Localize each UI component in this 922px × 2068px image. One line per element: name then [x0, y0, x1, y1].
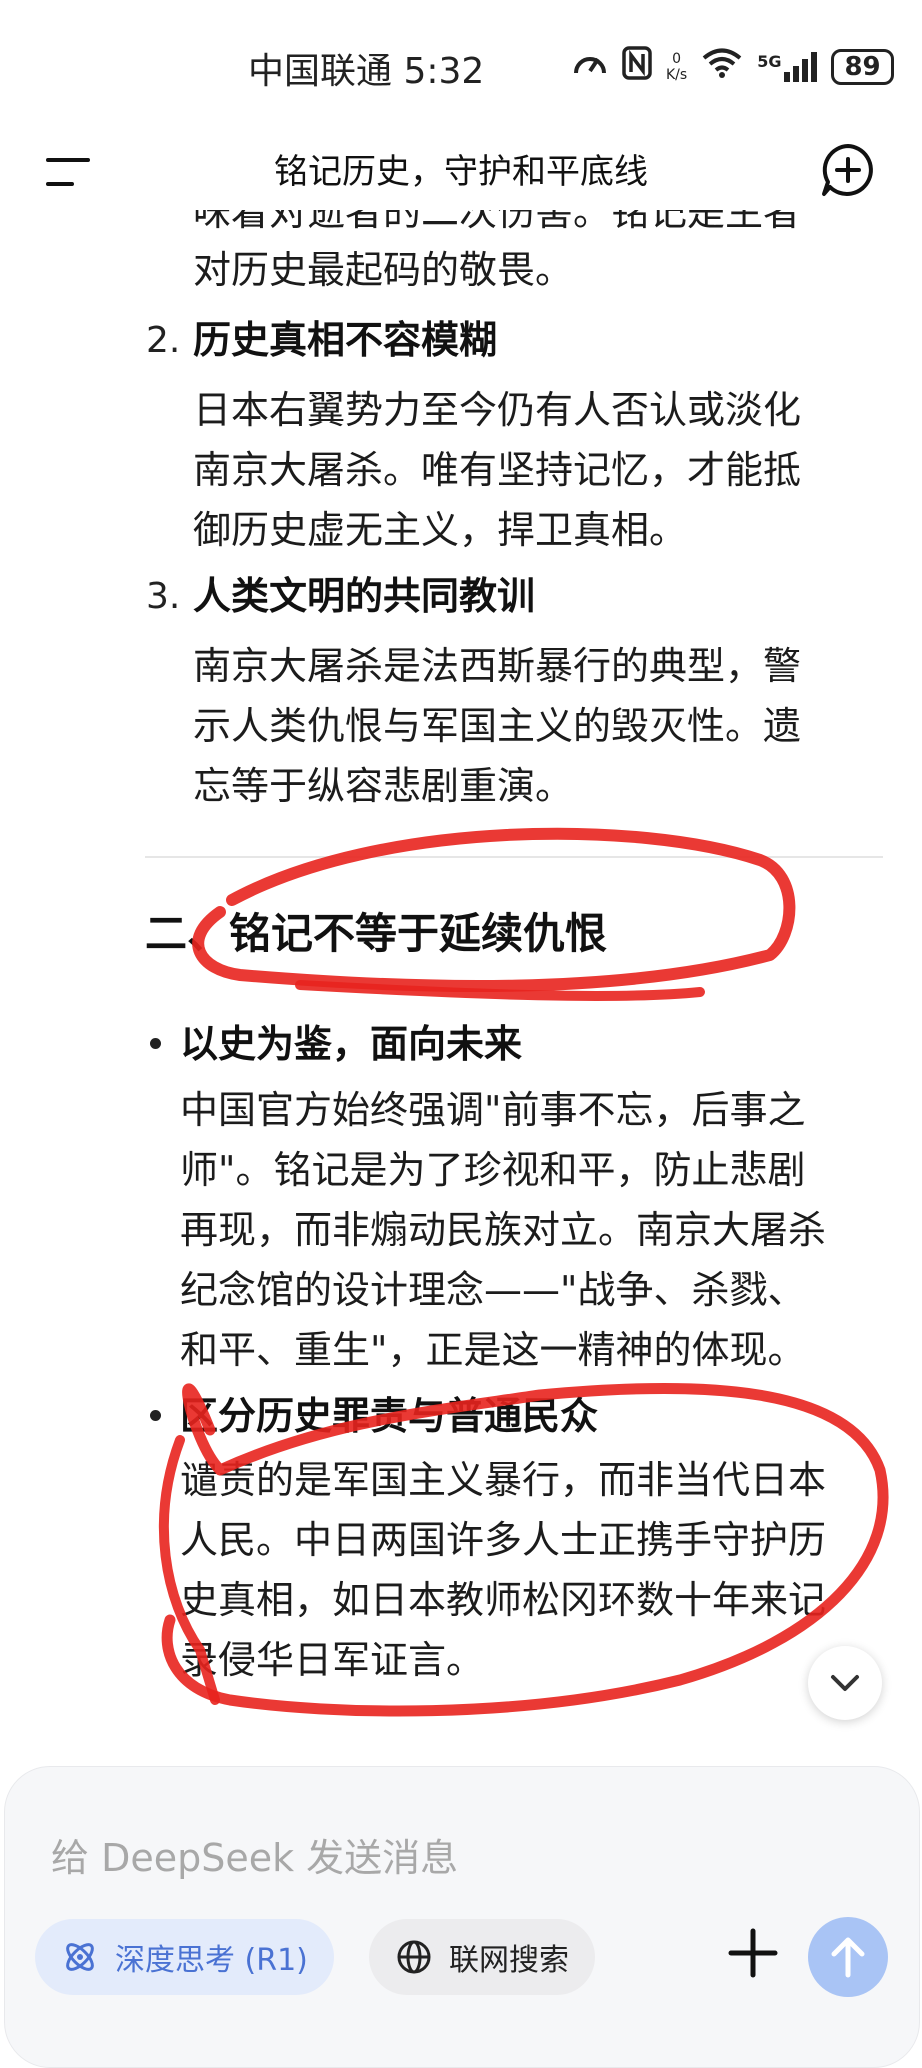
globe-icon [397, 1940, 431, 1974]
status-icons: 0 K/s 5G 89 [572, 46, 894, 88]
net-speed-unit: K/s [666, 67, 688, 83]
net-speed-value: 0 [672, 51, 682, 67]
deep-think-toggle[interactable]: 深度思考 (R1) [35, 1919, 334, 1995]
status-bar: 中国联通 5:32 0 K/s 5G 89 [0, 0, 922, 130]
scroll-down-button[interactable] [808, 1646, 882, 1720]
bullet-line: 师"。铭记是为了珍视和平，防止悲剧 [180, 1148, 806, 1192]
bullet-line: 史真相，如日本教师松冈环数十年来记 [180, 1578, 827, 1622]
web-search-label: 联网搜索 [449, 1943, 569, 1978]
speedometer-icon [572, 47, 608, 87]
wifi-icon [701, 47, 743, 87]
list-item-line: 日本右翼势力至今仍有人否认或淡化 [193, 388, 802, 432]
bullet-line: 中国官方始终强调"前事不忘，后事之 [180, 1088, 806, 1132]
section-divider [145, 856, 883, 858]
chat-content[interactable]: 味着对逝者的二次伤害。铭记是生者 对历史最起码的敬畏。 2. 历史真相不容模糊 … [0, 200, 922, 1760]
bullet-icon [150, 1410, 161, 1421]
deep-think-label: 深度思考 (R1) [115, 1943, 308, 1978]
bullet-line: 和平、重生"，正是这一精神的体现。 [180, 1328, 806, 1372]
list-item-line: 南京大屠杀是法西斯暴行的典型，警 [193, 644, 802, 688]
bullet-icon [150, 1038, 161, 1049]
bullet-line: 人民。中日两国许多人士正携手守护历 [180, 1518, 827, 1562]
bullet-title: 区分历史罪责与普通民众 [180, 1394, 599, 1438]
list-item-title: 人类文明的共同教训 [193, 574, 536, 618]
attach-plus-button[interactable] [723, 1923, 783, 1983]
bullet-line: 谴责的是军国主义暴行，而非当代日本 [180, 1458, 827, 1502]
send-button[interactable] [808, 1917, 888, 1997]
new-chat-icon[interactable] [820, 142, 876, 198]
chevron-down-icon [831, 1675, 859, 1691]
list-item-title: 历史真相不容模糊 [193, 318, 498, 362]
web-search-toggle[interactable]: 联网搜索 [369, 1919, 595, 1995]
list-item-line: 御历史虚无主义，捍卫真相。 [193, 508, 688, 552]
arrow-up-icon [831, 1937, 865, 1978]
list-number: 2. [146, 320, 181, 361]
bullet-line: 再现，而非煽动民族对立。南京大屠杀 [180, 1208, 827, 1252]
list-item-line: 示人类仇恨与军国主义的毁灭性。遗 [193, 704, 802, 748]
list-item-line: 南京大屠杀。唯有坚持记忆，才能抵 [193, 448, 802, 492]
atom-icon [66, 1943, 94, 1971]
battery-indicator: 89 [831, 49, 894, 85]
message-composer: 给 DeepSeek 发送消息 深度思考 (R1) 联网搜索 [4, 1766, 920, 2068]
nfc-icon [622, 46, 652, 88]
network-type-label: 5G [757, 52, 782, 71]
app-header: 铭记历史，守护和平底线 [0, 130, 922, 210]
net-speed: 0 K/s [666, 51, 687, 83]
page-title: 铭记历史，守护和平底线 [274, 152, 648, 192]
list-number: 3. [146, 576, 181, 617]
list-item-line: 忘等于纵容悲剧重演。 [193, 764, 574, 808]
carrier-time: 中国联通 5:32 [248, 51, 485, 92]
section-heading: 二、铭记不等于延续仇恨 [145, 909, 608, 958]
message-input[interactable]: 给 DeepSeek 发送消息 [51, 1827, 458, 1882]
plus-icon [728, 1928, 778, 1978]
cellular-signal-icon: 5G [757, 52, 818, 82]
intro-text-line: 对历史最起码的敬畏。 [193, 248, 574, 292]
bullet-line: 录侵华日军证言。 [180, 1638, 485, 1682]
bullet-line: 纪念馆的设计理念——"战争、杀戮、 [180, 1268, 806, 1312]
bullet-title: 以史为鉴，面向未来 [180, 1022, 523, 1066]
